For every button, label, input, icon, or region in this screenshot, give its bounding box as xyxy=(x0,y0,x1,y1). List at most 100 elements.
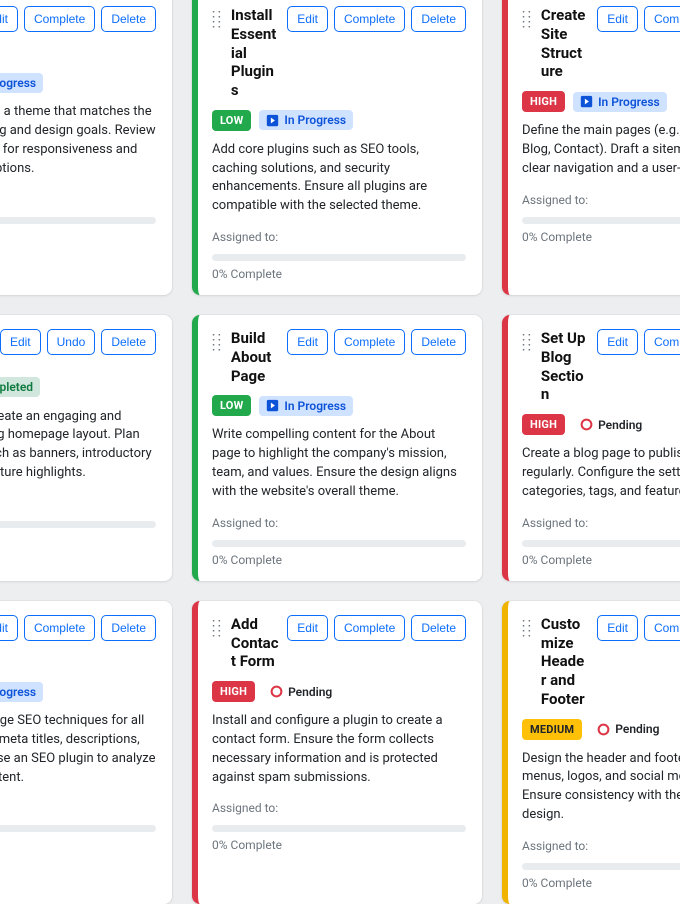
undo-button[interactable]: Undo xyxy=(47,329,96,355)
assigned-to-label: Assigned to: xyxy=(212,230,466,244)
assigned-to-label: Assigned to: xyxy=(522,193,680,207)
status-label: In Progress xyxy=(0,685,36,699)
task-title: Build About Page xyxy=(231,329,279,385)
task-description: Implement on-page SEO techniques for all… xyxy=(0,712,156,787)
delete-button[interactable]: Delete xyxy=(101,615,156,641)
task-card: ∷∷Optimize for SEOEditCompleteDeleteLOWI… xyxy=(0,601,172,904)
complete-button[interactable]: Complete xyxy=(644,615,680,641)
status-label: In Progress xyxy=(284,399,346,413)
progress-text: 0% Complete xyxy=(522,876,680,890)
status-label: In Progress xyxy=(284,113,346,127)
task-title: Set Up Blog Section xyxy=(541,329,589,404)
delete-button[interactable]: Delete xyxy=(101,6,156,32)
task-description: Write compelling content for the About p… xyxy=(212,426,466,501)
task-description: Design the header and footer to include … xyxy=(522,750,680,825)
assigned-to-label: Assigned to: xyxy=(0,801,156,815)
drag-handle-icon[interactable]: ∷∷ xyxy=(522,329,533,353)
progress-bar xyxy=(522,217,680,224)
task-card: ∷∷Choose ThemeEditCompleteDeleteLOWIn Pr… xyxy=(0,0,172,295)
pending-circle-icon xyxy=(580,418,593,431)
complete-button[interactable]: Complete xyxy=(644,6,680,32)
drag-handle-icon[interactable]: ∷∷ xyxy=(212,615,223,639)
task-actions: EditCompleteDelete xyxy=(597,6,680,32)
progress-text: 0% Complete xyxy=(0,230,156,244)
priority-badge: LOW xyxy=(212,110,251,131)
delete-button[interactable]: Delete xyxy=(101,329,156,355)
assigned-to-label: Assigned to: xyxy=(212,516,466,530)
status-label: In Progress xyxy=(0,76,36,90)
task-actions: Edit CompleteDelete xyxy=(0,615,156,641)
play-square-icon xyxy=(266,399,279,412)
progress-text: 0% Complete xyxy=(212,838,466,852)
progress-bar xyxy=(522,863,680,870)
task-description: Select and install a theme that matches … xyxy=(0,103,156,178)
task-card: ∷∷Set Up Blog SectionEditCompleteDeleteH… xyxy=(502,315,680,581)
task-description: Install and configure a plugin to create… xyxy=(212,712,466,787)
progress-bar xyxy=(212,540,466,547)
status-label: In Progress xyxy=(598,95,660,109)
task-description: Collaborate to create an engaging and vi… xyxy=(0,408,156,483)
progress-bar xyxy=(212,254,466,261)
priority-badge: MEDIUM xyxy=(522,719,582,740)
complete-button[interactable]: Complete xyxy=(24,6,95,32)
task-card: ∷∷ Install Essential Plugins EditCompleteD… xyxy=(192,0,482,295)
status-label: Completed xyxy=(0,380,33,394)
progress-text: 0% Complete xyxy=(212,267,466,281)
delete-button[interactable]: Delete xyxy=(411,615,466,641)
complete-button[interactable]: Complete xyxy=(334,329,405,355)
edit-button[interactable]: Edit xyxy=(0,6,18,32)
complete-button[interactable]: Complete xyxy=(334,6,405,32)
progress-bar xyxy=(0,217,156,224)
status-badge: Pending xyxy=(590,719,666,739)
progress-bar xyxy=(212,825,466,832)
complete-button[interactable]: Complete xyxy=(24,615,95,641)
status-badge: Pending xyxy=(263,682,339,702)
task-description: Define the main pages (e.g., Home, About… xyxy=(522,122,680,179)
task-actions: EditCompleteDelete xyxy=(287,6,466,32)
task-description: Create a blog page to publish articles r… xyxy=(522,445,680,502)
drag-handle-icon[interactable]: ∷∷ xyxy=(522,6,533,30)
status-label: Pending xyxy=(288,685,332,699)
complete-button[interactable]: Complete xyxy=(334,615,405,641)
task-card: ∷∷ Customize Header and Footer EditComplet… xyxy=(502,601,680,904)
status-label: Pending xyxy=(598,418,642,432)
progress-text: 0% Complete xyxy=(522,553,680,567)
assigned-to-label: Assigned to: xyxy=(522,516,680,530)
edit-button[interactable]: Edit xyxy=(597,6,638,32)
edit-button[interactable]: Edit xyxy=(287,6,328,32)
status-badge: In Progress xyxy=(573,92,667,112)
task-actions: EditCompleteDelete xyxy=(287,615,466,641)
task-title: Customize Header and Footer xyxy=(541,615,589,709)
task-actions: EditCompleteDelete xyxy=(597,615,680,641)
delete-button[interactable]: Delete xyxy=(411,6,466,32)
priority-badge: LOW xyxy=(212,395,251,416)
task-title: Create Site Structure xyxy=(541,6,589,81)
task-title: Install Essential Plugins xyxy=(231,6,279,100)
status-badge: In Progress xyxy=(259,396,353,416)
edit-button[interactable]: Edit xyxy=(287,329,328,355)
priority-badge: HIGH xyxy=(522,414,565,435)
progress-text: 0% Complete xyxy=(522,230,680,244)
assigned-to-label: Assigned to: xyxy=(212,801,466,815)
task-card: ∷∷ Build About Page EditCompleteDelete LOW I… xyxy=(192,315,482,581)
delete-button[interactable]: Delete xyxy=(411,329,466,355)
complete-button[interactable]: Complete xyxy=(644,329,680,355)
drag-handle-icon[interactable]: ∷∷ xyxy=(212,329,223,353)
task-actions: Edit CompleteDelete xyxy=(0,6,156,32)
drag-handle-icon[interactable]: ∷∷ xyxy=(522,615,533,639)
edit-button[interactable]: Edit xyxy=(597,615,638,641)
task-card: ∷∷Add Contact FormEditCompleteDeleteHIGH… xyxy=(192,601,482,904)
progress-text: 0% Complete xyxy=(0,838,156,852)
assigned-to-label: Assigned to: xyxy=(0,193,156,207)
drag-handle-icon[interactable]: ∷∷ xyxy=(212,6,223,30)
progress-text: 0% Complete xyxy=(212,553,466,567)
edit-button[interactable]: Edit xyxy=(287,615,328,641)
priority-badge: HIGH xyxy=(522,91,565,112)
edit-button[interactable]: Edit xyxy=(0,615,18,641)
assigned-to-label: Assigned to: xyxy=(522,839,680,853)
task-actions: EditUndoDelete xyxy=(0,329,156,355)
edit-button[interactable]: Edit xyxy=(0,329,41,355)
progress-bar xyxy=(522,540,680,547)
edit-button[interactable]: Edit xyxy=(597,329,638,355)
progress-bar xyxy=(0,825,156,832)
